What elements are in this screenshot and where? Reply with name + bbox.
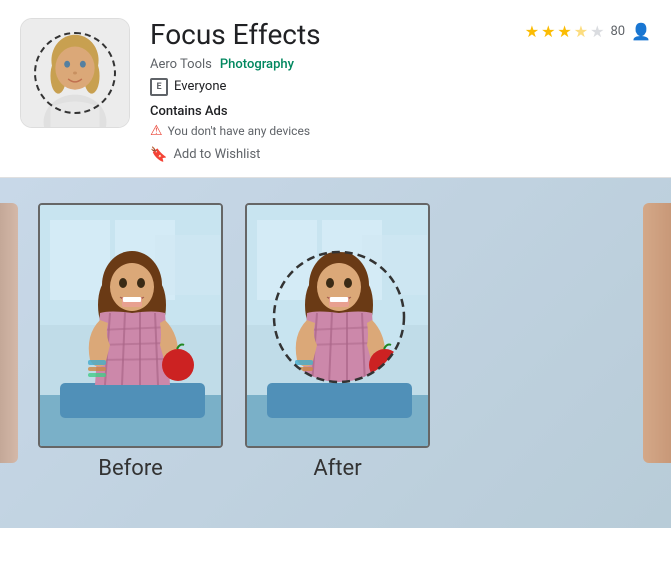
focus-dashed-circle <box>247 205 430 448</box>
wishlist-row[interactable]: 🔖 Add to Wishlist <box>150 147 651 163</box>
person-icon: 👤 <box>631 22 651 41</box>
app-header: Focus Effects Aero Tools Photography E E… <box>0 0 671 178</box>
warning-row: ⚠ You don't have any devices <box>150 123 651 139</box>
stars-container: ★ ★ ★ ★ ★ <box>525 22 605 41</box>
star-3: ★ <box>557 22 571 41</box>
star-2: ★ <box>541 22 555 41</box>
age-rating-row: E Everyone <box>150 78 651 96</box>
app-meta-row: Aero Tools Photography <box>150 57 651 72</box>
bookmark-icon: 🔖 <box>150 147 167 163</box>
screenshots-section: Before <box>0 178 671 528</box>
app-developer[interactable]: Aero Tools <box>150 57 212 72</box>
star-5: ★ <box>590 22 604 41</box>
right-edge-screenshot <box>643 203 671 463</box>
screenshots-main: Before <box>18 188 671 481</box>
before-image <box>40 205 223 448</box>
star-1: ★ <box>525 22 539 41</box>
before-frame <box>38 203 223 448</box>
focus-circle-icon <box>34 32 116 114</box>
after-frame-wrapper <box>245 203 430 448</box>
app-icon <box>20 18 130 128</box>
wishlist-label: Add to Wishlist <box>173 147 260 162</box>
age-rating-badge: E <box>150 78 168 96</box>
contains-ads-label: Contains Ads <box>150 104 651 119</box>
app-category[interactable]: Photography <box>220 57 294 72</box>
left-edge-screenshot <box>0 203 18 463</box>
after-label: After <box>313 456 361 481</box>
star-4: ★ <box>574 22 588 41</box>
rating-count: 80 <box>610 24 625 39</box>
warning-icon: ⚠ <box>150 123 163 139</box>
before-label: Before <box>98 456 163 481</box>
warning-text: You don't have any devices <box>168 124 310 138</box>
screenshot-before: Before <box>38 203 223 481</box>
age-rating-label: Everyone <box>174 79 226 94</box>
screenshot-after: After <box>245 203 430 481</box>
rating-row: ★ ★ ★ ★ ★ 80 👤 <box>525 22 651 41</box>
